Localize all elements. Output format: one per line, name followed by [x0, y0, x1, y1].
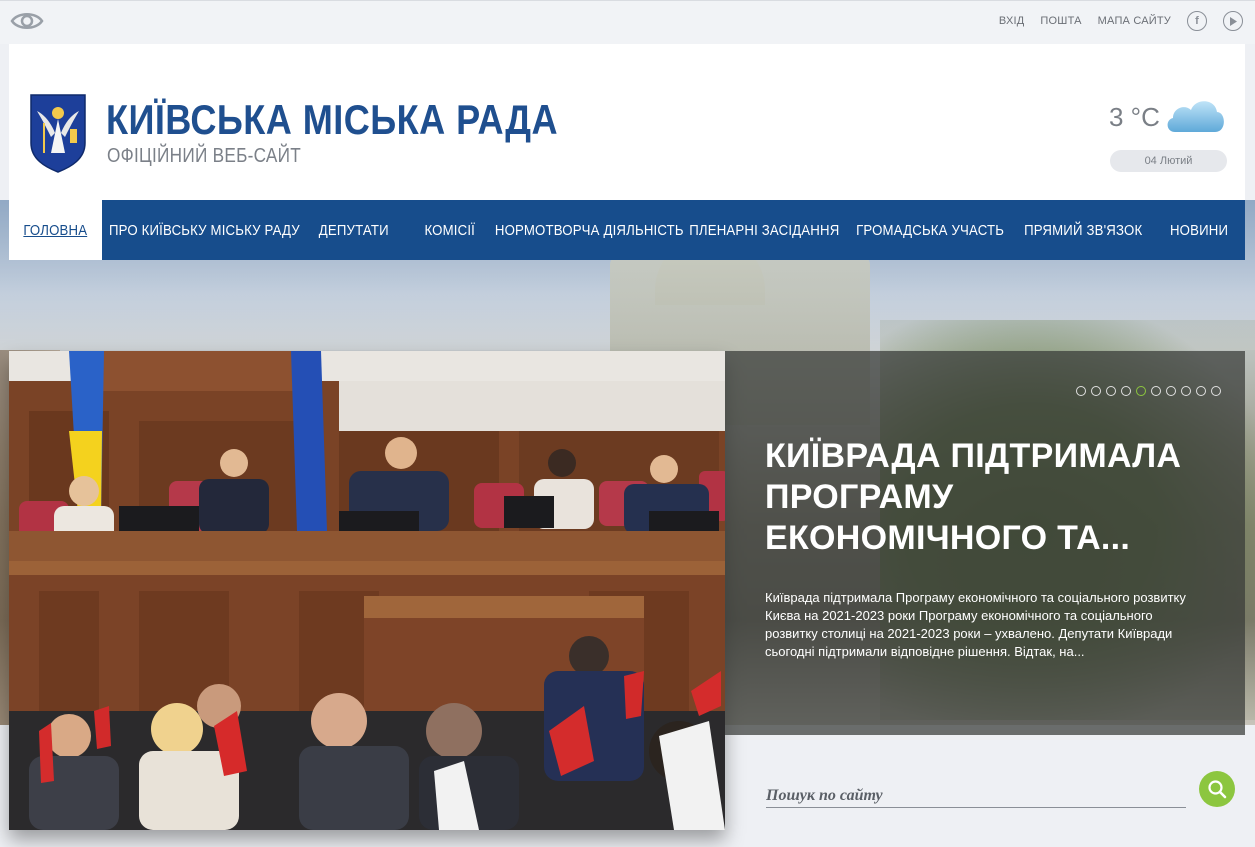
main-navigation: ГОЛОВНА ПРО КИЇВСЬКУ МІСЬКУ РАДУ ДЕПУТАТ… — [9, 200, 1245, 260]
top-utility-bar: ВХІД ПОШТА МАПА САЙТУ f — [0, 0, 1255, 44]
nav-item-deputies[interactable]: ДЕПУТАТИ — [306, 200, 402, 260]
slider-pagination — [1076, 386, 1221, 396]
site-subtitle: ОФІЦІЙНИЙ ВЕБ-САЙТ — [107, 145, 302, 167]
nav-item-plenary-sessions[interactable]: ПЛЕНАРНІ ЗАСІДАННЯ — [680, 200, 848, 260]
nav-item-about[interactable]: ПРО КИЇВСЬКУ МІСЬКУ РАДУ — [102, 200, 306, 260]
slide-caption-panel: КИЇВРАДА ПІДТРИМАЛА ПРОГРАМУ ЕКОНОМІЧНОГ… — [725, 351, 1245, 735]
slider-dot[interactable] — [1181, 386, 1191, 396]
slide-title[interactable]: КИЇВРАДА ПІДТРИМАЛА ПРОГРАМУ ЕКОНОМІЧНОГ… — [765, 436, 1205, 559]
slider-dot[interactable] — [1136, 386, 1146, 396]
login-link[interactable]: ВХІД — [999, 15, 1025, 27]
search-icon — [1208, 780, 1227, 799]
cloud-icon — [1167, 101, 1224, 132]
nav-item-commissions[interactable]: КОМІСІЇ — [402, 200, 498, 260]
nav-item-home[interactable]: ГОЛОВНА — [9, 200, 102, 260]
slider-dot[interactable] — [1151, 386, 1161, 396]
slider-dot[interactable] — [1121, 386, 1131, 396]
slider-dot[interactable] — [1091, 386, 1101, 396]
weather-temperature: 3 °C — [1109, 102, 1160, 132]
kyiv-coat-of-arms-logo[interactable] — [29, 93, 87, 173]
weather-date: 04 Лютий — [1110, 150, 1227, 172]
mail-link[interactable]: ПОШТА — [1040, 15, 1081, 27]
nav-item-lawmaking[interactable]: НОРМОТВОРЧА ДІЯЛЬНІСТЬ — [495, 200, 684, 260]
slider-dot[interactable] — [1196, 386, 1206, 396]
sitemap-link[interactable]: МАПА САЙТУ — [1098, 15, 1171, 27]
accessibility-eye-icon[interactable] — [10, 10, 44, 32]
slider-dot[interactable] — [1211, 386, 1221, 396]
nav-item-news[interactable]: НОВИНИ — [1154, 200, 1245, 260]
youtube-play-icon[interactable] — [1223, 11, 1243, 31]
search-button[interactable] — [1199, 771, 1235, 807]
facebook-icon[interactable]: f — [1187, 11, 1207, 31]
nav-item-direct-contact[interactable]: ПРЯМИЙ ЗВ'ЯЗОК — [1012, 200, 1154, 260]
slider-dot[interactable] — [1076, 386, 1086, 396]
slider-dot[interactable] — [1166, 386, 1176, 396]
site-title[interactable]: КИЇВСЬКА МІСЬКА РАДА — [106, 96, 558, 144]
council-session-photo — [9, 351, 725, 830]
search-input[interactable] — [766, 784, 1186, 808]
slide-photo[interactable] — [9, 351, 725, 830]
site-header: КИЇВСЬКА МІСЬКА РАДА ОФІЦІЙНИЙ ВЕБ-САЙТ … — [9, 44, 1245, 200]
slider-dot[interactable] — [1106, 386, 1116, 396]
slide-excerpt: Київрада підтримала Програму економічног… — [765, 590, 1186, 659]
top-links: ВХІД ПОШТА МАПА САЙТУ f — [999, 11, 1243, 31]
nav-item-public-participation[interactable]: ГРОМАДСЬКА УЧАСТЬ — [848, 200, 1012, 260]
